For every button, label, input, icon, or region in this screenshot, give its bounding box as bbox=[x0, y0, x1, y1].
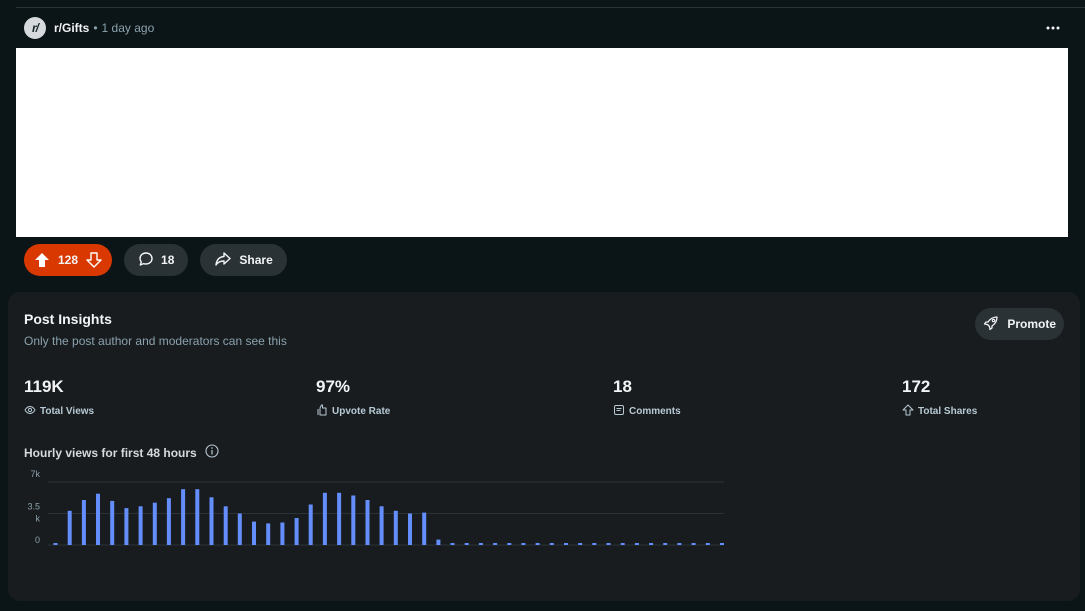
y-tick-label: 3.5 bbox=[27, 502, 40, 512]
post-time: 1 day ago bbox=[101, 21, 155, 35]
chart-bar[interactable] bbox=[564, 543, 568, 545]
more-options-icon[interactable] bbox=[1041, 18, 1065, 38]
chart-bar[interactable] bbox=[379, 506, 384, 545]
chart-bar[interactable] bbox=[124, 508, 129, 545]
post-actions: 128 18 Share bbox=[24, 244, 287, 276]
chart-bar[interactable] bbox=[351, 495, 356, 546]
top-divider bbox=[16, 7, 1085, 8]
separator-dot: • bbox=[93, 21, 98, 35]
chart-bar[interactable] bbox=[464, 543, 469, 545]
chart-bar[interactable] bbox=[280, 522, 285, 546]
chart-bar[interactable] bbox=[677, 543, 682, 545]
chart-bar[interactable] bbox=[578, 543, 583, 545]
share-button[interactable]: Share bbox=[200, 244, 287, 276]
hourly-views-chart: 7k 3.5 k 0 bbox=[27, 469, 724, 546]
post-header: r/ r/Gifts • 1 day ago bbox=[24, 17, 154, 39]
chart-bar[interactable] bbox=[365, 500, 370, 545]
vote-count: 128 bbox=[58, 253, 79, 267]
chart-bar[interactable] bbox=[592, 543, 597, 545]
subreddit-avatar[interactable]: r/ bbox=[24, 17, 46, 39]
chart-bar[interactable] bbox=[720, 543, 724, 545]
y-tick-label: 0 bbox=[35, 535, 40, 545]
chart-bar[interactable] bbox=[549, 543, 554, 545]
chart-bar[interactable] bbox=[67, 510, 72, 545]
chart-bar[interactable] bbox=[53, 543, 58, 545]
chart-bar[interactable] bbox=[308, 504, 313, 546]
chart-bar[interactable] bbox=[705, 543, 710, 545]
downvote-icon[interactable] bbox=[84, 250, 104, 270]
comment-count: 18 bbox=[161, 253, 175, 267]
chart-bar[interactable] bbox=[96, 493, 100, 545]
comment-icon bbox=[138, 251, 154, 270]
chart-bar[interactable] bbox=[181, 489, 186, 545]
vote-bar: 128 bbox=[24, 244, 113, 276]
y-tick-label: k bbox=[36, 514, 41, 524]
chart-bar[interactable] bbox=[209, 497, 214, 545]
upvote-icon[interactable] bbox=[32, 250, 52, 270]
chart-bar[interactable] bbox=[110, 500, 115, 545]
chart-bar[interactable] bbox=[138, 506, 143, 545]
chart-bar[interactable] bbox=[81, 500, 86, 545]
chart-bar[interactable] bbox=[294, 518, 299, 545]
chart-bar[interactable] bbox=[393, 510, 398, 545]
chart-bar[interactable] bbox=[266, 523, 271, 545]
chart-bar[interactable] bbox=[606, 543, 611, 545]
comments-button[interactable]: 18 bbox=[124, 244, 189, 276]
chart-bar[interactable] bbox=[493, 543, 498, 545]
y-tick-label: 7k bbox=[30, 469, 40, 479]
chart-bar[interactable] bbox=[152, 502, 157, 545]
chart-bar[interactable] bbox=[634, 543, 639, 545]
chart-bar[interactable] bbox=[166, 498, 171, 545]
chart-bar[interactable] bbox=[436, 539, 441, 545]
chart-bar[interactable] bbox=[649, 543, 654, 545]
chart-bar[interactable] bbox=[237, 513, 242, 546]
chart-bar[interactable] bbox=[408, 513, 412, 546]
subreddit-name[interactable]: r/Gifts bbox=[54, 21, 89, 35]
chart-bar[interactable] bbox=[223, 506, 228, 545]
chart-bar[interactable] bbox=[422, 512, 427, 545]
share-icon bbox=[214, 251, 232, 270]
chart-bar[interactable] bbox=[252, 521, 256, 545]
chart-bar[interactable] bbox=[620, 543, 625, 545]
post-media[interactable] bbox=[16, 48, 1068, 237]
chart-bar[interactable] bbox=[691, 543, 696, 545]
chart-bar[interactable] bbox=[663, 543, 668, 545]
chart-bar[interactable] bbox=[450, 543, 455, 545]
chart-bar[interactable] bbox=[521, 543, 526, 545]
chart-bar[interactable] bbox=[478, 543, 483, 545]
chart-bar[interactable] bbox=[337, 492, 342, 545]
share-label: Share bbox=[239, 253, 273, 267]
chart-bar[interactable] bbox=[322, 492, 327, 545]
chart-bar[interactable] bbox=[195, 489, 200, 545]
post-insights-panel: Post Insights Only the post author and m… bbox=[8, 292, 1080, 601]
chart-bar[interactable] bbox=[535, 543, 540, 545]
avatar-text: r/ bbox=[31, 21, 39, 35]
chart-bar[interactable] bbox=[507, 543, 512, 545]
